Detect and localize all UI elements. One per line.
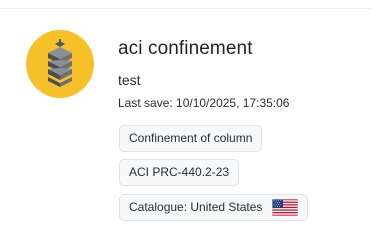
project-description: test (118, 72, 141, 88)
tag-chip-label: ACI PRC-440.2-23 (129, 165, 230, 179)
project-title[interactable]: aci confinement (118, 38, 253, 60)
tag-chip-label: Confinement of column (129, 131, 253, 145)
tag-chip-analysis-type: Confinement of column (119, 125, 263, 152)
tag-chip-label: Catalogue: United States (129, 200, 263, 214)
last-save-timestamp: Last save: 10/10/2025, 17:35:06 (118, 96, 290, 110)
layered-column-icon (48, 39, 72, 87)
tag-chip-catalogue: Catalogue: United States (119, 194, 309, 221)
project-avatar (26, 30, 94, 98)
us-flag-icon (272, 199, 299, 216)
tag-chip-code-standard: ACI PRC-440.2-23 (119, 159, 240, 186)
project-card[interactable]: aci confinement test Last save: 10/10/20… (0, 0, 379, 241)
